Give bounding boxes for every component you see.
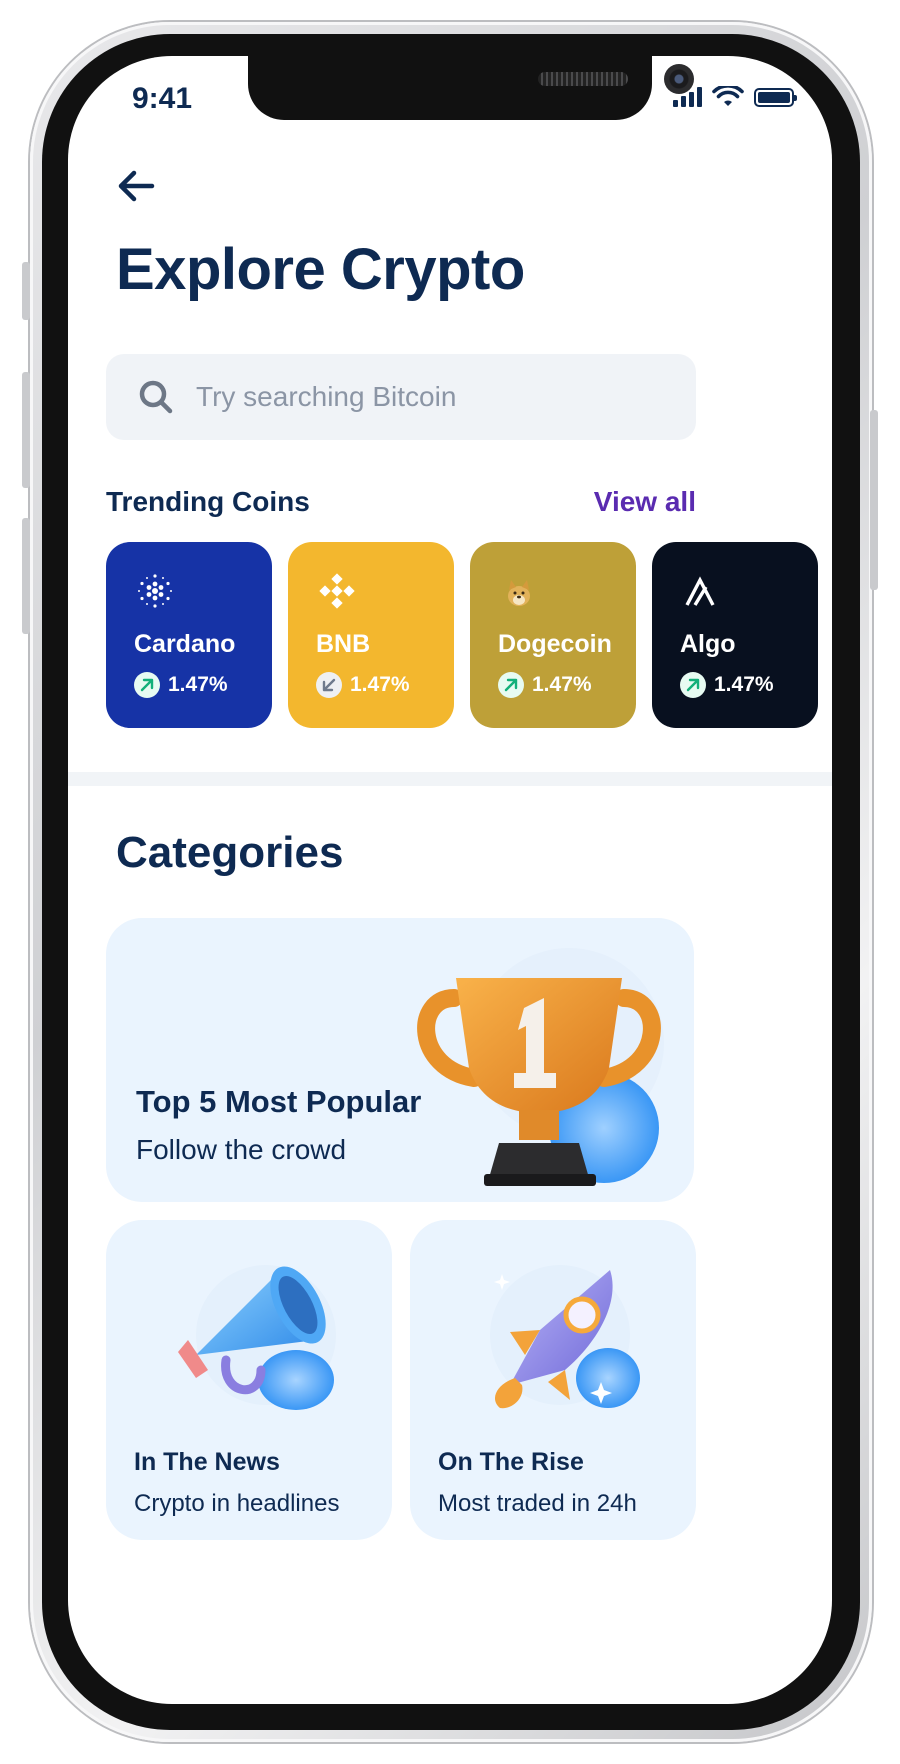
coin-change: 1.47% — [316, 672, 410, 698]
coin-name: Dogecoin — [498, 630, 612, 658]
coin-change-value: 1.47% — [714, 673, 774, 696]
trophy-icon — [417, 948, 664, 1186]
search-icon — [139, 380, 173, 414]
back-arrow-icon[interactable] — [116, 168, 156, 204]
coin-change: 1.47% — [680, 672, 774, 698]
trend-up-icon — [134, 672, 160, 698]
megaphone-icon — [178, 1265, 336, 1410]
category-card-in-the-news[interactable]: In The News Crypto in headlines — [106, 1220, 392, 1540]
categories-title: Categories — [116, 828, 344, 877]
category-subtitle: Most traded in 24h — [438, 1490, 637, 1517]
trending-title: Trending Coins — [106, 486, 310, 517]
app-screen: 9:41 Explore Crypto Trending Coins View … — [68, 56, 832, 1704]
cellular-signal-icon — [673, 87, 702, 107]
status-time: 9:41 — [132, 82, 193, 115]
wifi-icon — [712, 86, 744, 106]
volume-down-button — [22, 518, 30, 634]
trend-down-icon — [316, 672, 342, 698]
page-title: Explore Crypto — [116, 237, 525, 302]
coin-name: Cardano — [134, 630, 236, 658]
coin-card-algo[interactable]: Algo 1.47% — [652, 542, 818, 728]
coin-card-dogecoin[interactable]: Dogecoin 1.47% — [470, 542, 636, 728]
rocket-icon — [490, 1265, 640, 1409]
category-name: Top 5 Most Popular — [136, 1084, 422, 1119]
cardano-icon — [138, 574, 172, 608]
category-subtitle: Follow the crowd — [136, 1134, 347, 1165]
coin-change-value: 1.47% — [532, 673, 592, 696]
dogecoin-icon — [508, 580, 530, 606]
power-button — [870, 410, 878, 590]
section-divider — [68, 772, 832, 786]
battery-icon — [754, 87, 797, 107]
view-all-link[interactable]: View all — [594, 486, 696, 518]
trend-up-icon — [680, 672, 706, 698]
category-card-top-5[interactable]: Top 5 Most Popular Follow the crowd — [106, 918, 694, 1202]
category-card-on-the-rise[interactable]: On The Rise Most traded in 24h — [410, 1220, 696, 1540]
trend-up-icon — [498, 672, 524, 698]
coin-change: 1.47% — [498, 672, 592, 698]
bnb-icon — [319, 573, 355, 609]
category-name: On The Rise — [438, 1448, 584, 1476]
coin-card-bnb[interactable]: BNB 1.47% — [288, 542, 454, 728]
coin-change: 1.47% — [134, 672, 228, 698]
category-name: In The News — [134, 1448, 280, 1476]
coin-name: Algo — [680, 630, 736, 658]
category-subtitle: Crypto in headlines — [134, 1490, 340, 1517]
coin-card-cardano[interactable]: Cardano 1.47% — [106, 542, 272, 728]
search-bar[interactable] — [106, 354, 696, 440]
algorand-icon — [685, 576, 715, 606]
trending-coins-carousel[interactable]: Cardano 1.47% BNB 1.47% Dogecoin 1.47% A… — [106, 542, 818, 728]
speaker-grille — [538, 72, 628, 86]
search-input[interactable] — [194, 380, 658, 414]
trending-header: Trending Coins View all — [106, 486, 696, 518]
silent-switch — [22, 262, 30, 320]
coin-name: BNB — [316, 630, 371, 658]
status-icons — [673, 86, 797, 108]
volume-up-button — [22, 372, 30, 488]
notch — [248, 56, 694, 120]
coin-change-value: 1.47% — [350, 673, 410, 696]
coin-change-value: 1.47% — [168, 673, 228, 696]
